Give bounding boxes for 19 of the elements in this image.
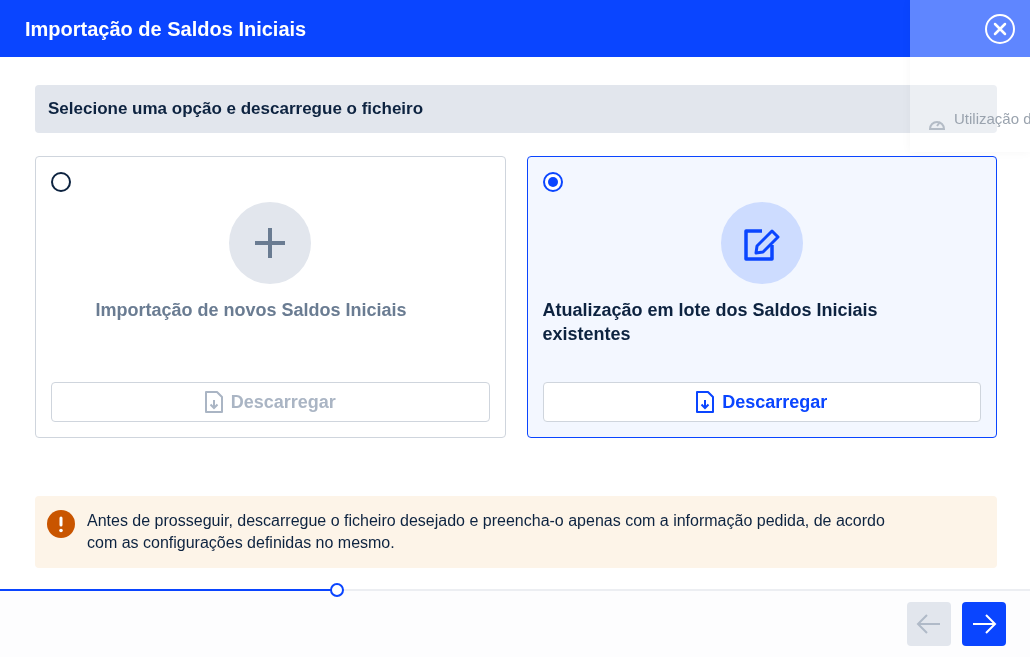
arrow-right-icon (971, 614, 997, 634)
close-button[interactable] (984, 12, 1016, 45)
option-title: Atualização em lote dos Saldos Iniciais existentes (542, 299, 879, 346)
download-button[interactable]: Descarregar (542, 382, 981, 422)
alert-text: Antes de prosseguir, descarregue o ficheiro desejado e preencha-o apenas com a informação pedida, de acordo com as configurações definidas no mesmo. (87, 511, 886, 553)
option-card[interactable]: Atualização em lote dos Saldos Iniciais existentes Descarregar (526, 156, 997, 438)
radio-button[interactable] (542, 172, 563, 192)
file-download-icon (204, 391, 223, 413)
arrow-left-icon (916, 614, 942, 634)
panel-text: Utilização d (954, 108, 1030, 129)
option-title: Importação de novos Saldos Iniciais (94, 299, 408, 322)
close-icon (984, 12, 1016, 45)
file-download-icon (696, 391, 715, 413)
warning-icon (47, 510, 75, 538)
window-title: Importação de Saldos Iniciais (25, 16, 307, 42)
radio-button[interactable] (51, 172, 71, 192)
option-card[interactable]: Importação de novos Saldos Iniciais Descarregar (35, 156, 506, 438)
next-button[interactable] (962, 602, 1006, 646)
plus-icon (253, 226, 288, 260)
